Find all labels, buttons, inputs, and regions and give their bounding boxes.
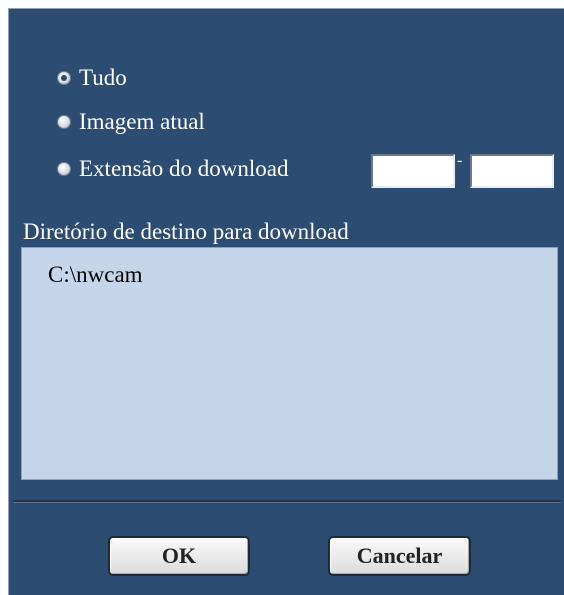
divider (13, 500, 561, 503)
option-current-label: Imagem atual (79, 109, 205, 134)
destination-directory-label: Diretório de destino para download (23, 219, 349, 244)
cancel-button[interactable]: Cancelar (328, 536, 471, 576)
option-current-image[interactable]: Imagem atual (57, 109, 205, 135)
destination-directory-field[interactable]: C:\nwcam (21, 247, 558, 480)
destination-directory-path: C:\nwcam (48, 262, 143, 287)
option-all-label: Tudo (79, 65, 127, 90)
range-from-input[interactable] (371, 154, 455, 188)
range-to-input[interactable] (470, 154, 554, 188)
download-dialog: Tudo Imagem atual Extensão do download -… (8, 8, 564, 595)
ok-button[interactable]: OK (108, 536, 250, 576)
radio-all-selected-icon[interactable] (57, 71, 71, 85)
radio-current-icon[interactable] (57, 115, 71, 129)
option-range-label: Extensão do download (79, 156, 289, 181)
range-separator: - (457, 152, 463, 169)
option-download-range[interactable]: Extensão do download (57, 156, 289, 182)
radio-range-icon[interactable] (57, 162, 71, 176)
option-all[interactable]: Tudo (57, 65, 127, 91)
